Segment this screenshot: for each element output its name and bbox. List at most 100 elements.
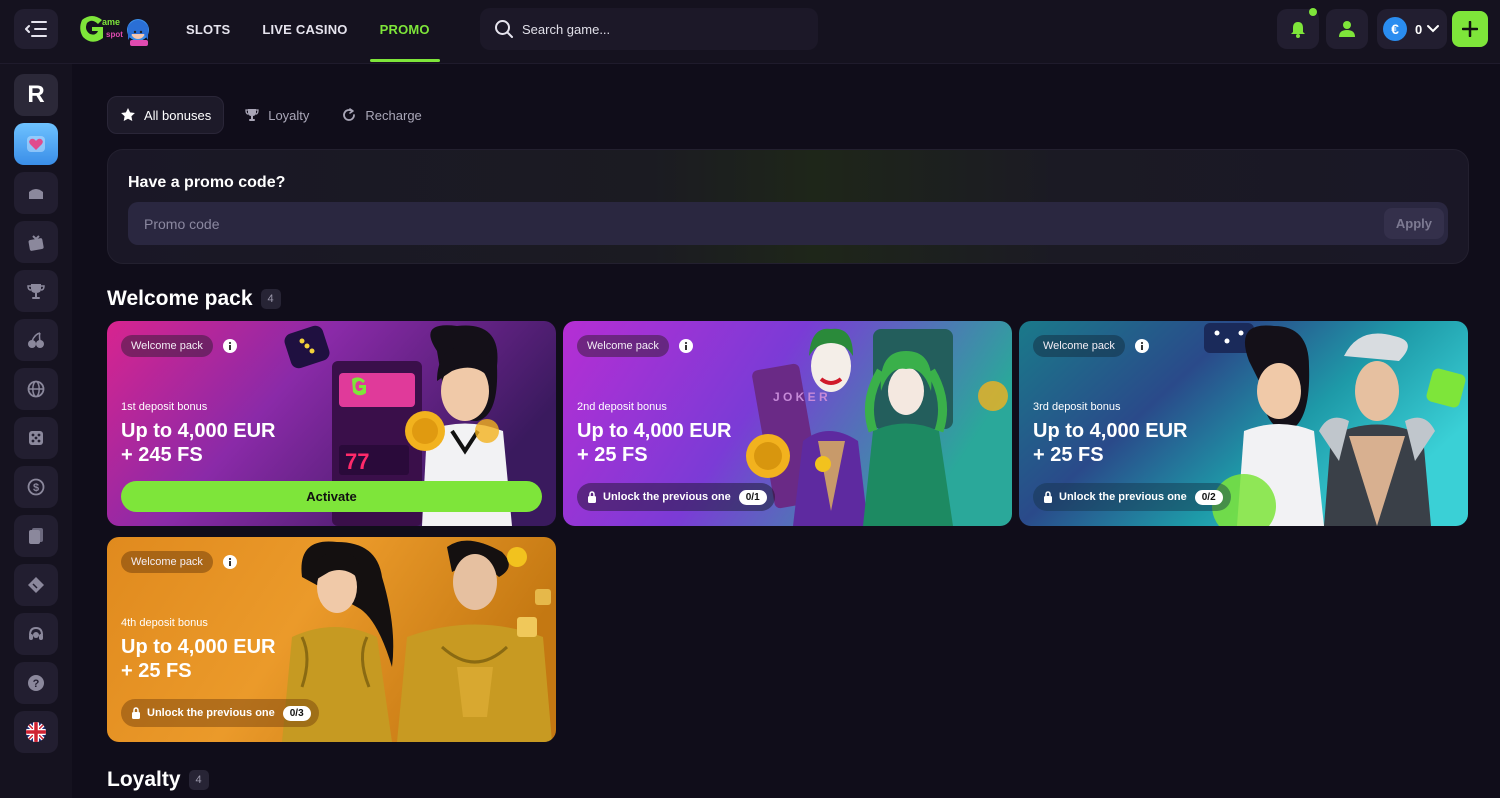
search-input[interactable] — [522, 21, 802, 37]
bonus-amount-line2: + 25 FS — [121, 660, 192, 682]
sidebar-item-sports[interactable] — [14, 564, 58, 606]
sidebar-item-cards[interactable] — [14, 515, 58, 557]
sidebar-item-favorites[interactable] — [14, 123, 58, 165]
bonus-amount-line2: + 25 FS — [1033, 444, 1104, 466]
recent-avatar-letter: R — [27, 81, 45, 108]
tab-label: Loyalty — [268, 107, 310, 123]
notification-dot — [1309, 8, 1317, 16]
bonus-amount-line1: Up to 4,000 EUR — [1033, 420, 1188, 442]
chevron-down-icon — [1427, 25, 1440, 33]
trophy-icon — [245, 109, 259, 121]
nav-live-casino[interactable]: LIVE CASINO — [262, 0, 347, 58]
main-nav: SLOTS LIVE CASINO PROMO — [186, 0, 472, 64]
sidebar-item-home[interactable] — [14, 172, 58, 214]
bonus-card-2[interactable]: J O K E R Welcome pack 2nd deposit bonus… — [563, 321, 1012, 526]
sidebar-item-world[interactable] — [14, 368, 58, 410]
brand-logo[interactable]: ame spot — [78, 10, 154, 50]
nav-promo[interactable]: PROMO — [369, 0, 440, 62]
svg-text:77: 77 — [345, 449, 369, 474]
tab-all-bonuses[interactable]: All bonuses — [107, 96, 225, 134]
info-icon[interactable] — [679, 339, 693, 353]
welcome-pack-tag: Welcome pack — [577, 335, 669, 357]
info-icon[interactable] — [1135, 339, 1149, 353]
bonus-amount-line1: Up to 4,000 EUR — [121, 420, 276, 442]
dollar-icon: $ — [27, 478, 45, 496]
tab-loyalty[interactable]: Loyalty — [232, 96, 321, 134]
svg-text:$: $ — [33, 482, 39, 494]
sidebar-item-gifts[interactable] — [14, 221, 58, 263]
bonus-tabs: All bonuses Loyalty Recharge — [107, 96, 442, 134]
svg-text:?: ? — [33, 678, 40, 690]
sidebar-toggle-button[interactable] — [14, 9, 58, 49]
locked-status: Unlock the previous one 0/3 — [121, 699, 319, 727]
locked-status: Unlock the previous one 0/2 — [1033, 483, 1231, 511]
sidebar-item-cash[interactable]: $ — [14, 466, 58, 508]
lock-text: Unlock the previous one — [147, 707, 275, 719]
bonus-card-1[interactable]: 77 Welcome pack 1st deposit bonus Up to … — [107, 321, 556, 526]
promo-code-input[interactable] — [144, 215, 1344, 232]
user-icon — [1339, 21, 1355, 37]
activate-button[interactable]: Activate — [121, 481, 542, 512]
bonus-card-3[interactable]: Welcome pack 3rd deposit bonus Up to 4,0… — [1019, 321, 1468, 526]
bell-icon — [1291, 22, 1305, 38]
nav-slots[interactable]: SLOTS — [186, 0, 230, 58]
bonus-card-4[interactable]: Welcome pack 4th deposit bonus Up to 4,0… — [107, 537, 556, 742]
notifications-button[interactable] — [1277, 8, 1319, 49]
plus-icon — [1462, 21, 1478, 37]
welcome-pack-tag: Welcome pack — [121, 551, 213, 573]
search-bar[interactable] — [480, 8, 818, 50]
trophy-icon — [27, 284, 45, 299]
info-icon[interactable] — [223, 555, 237, 569]
sidebar-item-help[interactable]: ? — [14, 662, 58, 704]
welcome-pack-tag: Welcome pack — [1033, 335, 1125, 357]
search-icon — [495, 20, 513, 38]
ticket-icon — [28, 577, 44, 593]
headset-icon — [29, 626, 43, 640]
bonus-amount-line2: + 245 FS — [121, 444, 203, 466]
welcome-pack-heading: Welcome pack 4 — [107, 287, 281, 311]
sidebar-item-recent[interactable]: R — [14, 74, 58, 116]
bonus-amount-line2: + 25 FS — [577, 444, 648, 466]
bonus-amount-line1: Up to 4,000 EUR — [577, 420, 732, 442]
sidebar-item-support[interactable] — [14, 613, 58, 655]
bonus-amount-line1: Up to 4,000 EUR — [121, 636, 276, 658]
tab-recharge[interactable]: Recharge — [329, 96, 433, 134]
sidebar-item-fruits[interactable] — [14, 319, 58, 361]
bonus-amount: Up to 4,000 EUR + 245 FS — [121, 419, 275, 467]
profile-button[interactable] — [1326, 9, 1368, 49]
sidebar-item-tournaments[interactable] — [14, 270, 58, 312]
cherry-icon — [28, 332, 44, 348]
sidebar-item-dice[interactable] — [14, 417, 58, 459]
help-icon: ? — [28, 675, 44, 691]
deposit-subtitle: 3rd deposit bonus — [1033, 401, 1121, 413]
section-count: 4 — [260, 289, 281, 309]
svg-text:spot: spot — [106, 30, 123, 39]
balance-selector[interactable]: € 0 — [1377, 9, 1447, 49]
home-icon — [29, 189, 43, 199]
tab-label: All bonuses — [144, 107, 212, 123]
heart-icon — [27, 136, 45, 152]
section-count: 4 — [188, 770, 209, 790]
welcome-pack-tag: Welcome pack — [121, 335, 213, 357]
progress-badge: 0/1 — [738, 489, 767, 505]
deposit-subtitle: 2nd deposit bonus — [577, 401, 667, 413]
star-icon — [121, 108, 135, 121]
cards-icon — [29, 528, 43, 544]
refresh-icon — [343, 108, 356, 121]
promo-code-field[interactable]: Apply — [128, 202, 1448, 245]
balance-value: 0 — [1415, 21, 1423, 37]
lock-icon — [132, 707, 140, 719]
promo-title: Have a promo code? — [128, 174, 286, 191]
globe-icon — [27, 380, 45, 398]
bonus-amount: Up to 4,000 EUR + 25 FS — [121, 635, 275, 683]
section-title: Loyalty — [107, 768, 181, 791]
locked-status: Unlock the previous one 0/1 — [577, 483, 775, 511]
deposit-add-button[interactable] — [1452, 11, 1488, 47]
sidebar-item-language[interactable] — [14, 711, 58, 753]
info-icon[interactable] — [223, 339, 237, 353]
deposit-subtitle: 4th deposit bonus — [121, 617, 208, 629]
apply-button[interactable]: Apply — [1383, 208, 1444, 239]
deposit-subtitle: 1st deposit bonus — [121, 401, 208, 413]
euro-currency-icon: € — [1383, 17, 1407, 41]
svg-text:J O K E R: J O K E R — [773, 390, 828, 404]
